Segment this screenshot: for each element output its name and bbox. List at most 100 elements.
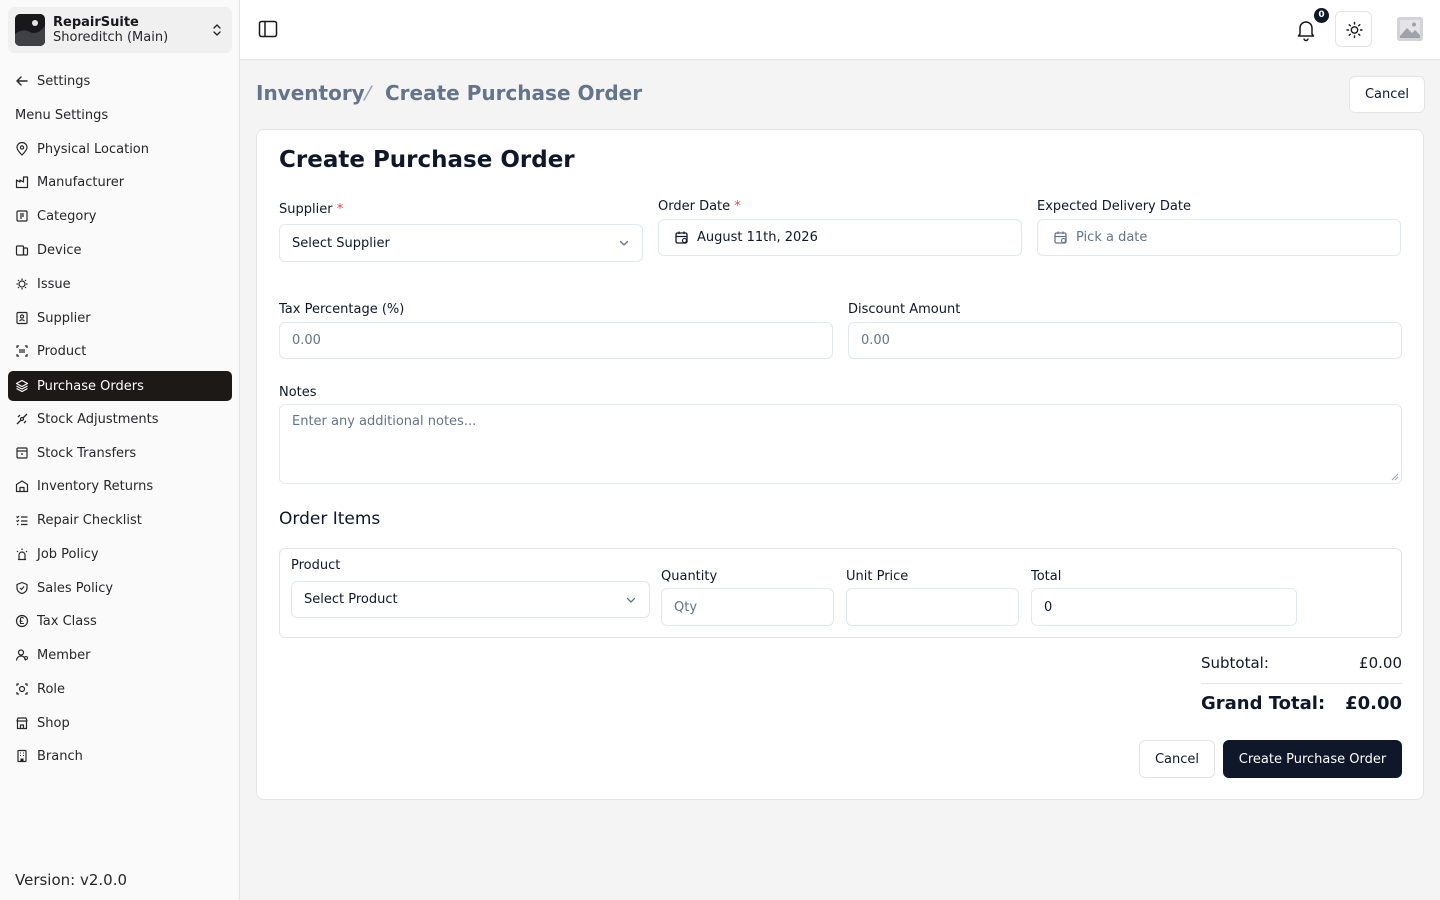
calendar-icon (675, 231, 688, 244)
create-purchase-order-button[interactable]: Create Purchase Order (1223, 740, 1402, 778)
sidebar-item-label: Issue (37, 276, 71, 292)
total-label: Total (1031, 569, 1062, 584)
sidebar-item-label: Inventory Returns (37, 478, 154, 494)
product-select[interactable]: Select Product (291, 581, 650, 618)
workspace-switcher[interactable]: RepairSuite Shoreditch (Main) (8, 7, 232, 53)
tax-percentage-placeholder: 0.00 (292, 333, 321, 348)
sidebar-item-repair-checklist[interactable]: Repair Checklist (8, 505, 232, 535)
cancel-button[interactable]: Cancel (1139, 740, 1215, 778)
arrow-left-icon (16, 76, 28, 86)
notes-placeholder: Enter any additional notes... (292, 414, 477, 429)
return-icon (15, 480, 29, 493)
currency-pound-icon (15, 614, 29, 628)
topbar: 0 (240, 0, 1440, 60)
discount-amount-input[interactable]: 0.00 (848, 322, 1402, 359)
store-icon (16, 717, 28, 730)
sidebar-item-label: Sales Policy (37, 580, 114, 596)
required-marker: * (734, 199, 741, 214)
workspace-branch: Shoreditch (Main) (53, 30, 169, 45)
order-date-label: Order Date * (658, 199, 741, 214)
quantity-input[interactable]: Qty (661, 588, 834, 626)
bell-icon[interactable] (1295, 18, 1317, 42)
calendar-icon (1054, 231, 1067, 244)
sidebar-item-manufacturer[interactable]: Manufacturer (8, 167, 232, 197)
expected-delivery-picker[interactable]: Pick a date (1037, 219, 1401, 256)
supplier-select-value: Select Supplier (292, 235, 390, 251)
unit-price-input[interactable] (846, 588, 1019, 626)
grand-total-value: £0.00 (1345, 693, 1402, 714)
required-marker: * (336, 202, 344, 217)
sidebar-item-role[interactable]: Role (8, 674, 232, 704)
sidebar-item-shop[interactable]: Shop (8, 708, 232, 738)
building-icon (17, 749, 27, 763)
discount-amount-label: Discount Amount (848, 302, 961, 317)
order-date-value: August 11th, 2026 (697, 230, 818, 245)
back-to-settings[interactable]: Settings (8, 66, 232, 96)
subtotal-label: Subtotal: (1201, 654, 1269, 672)
user-icon (15, 649, 28, 661)
discount-amount-placeholder: 0.00 (861, 333, 890, 348)
sidebar-item-job-policy[interactable]: Job Policy (8, 539, 232, 569)
theme-toggle-button[interactable] (1335, 11, 1372, 47)
layers-icon (15, 379, 29, 393)
sidebar-item-label: Device (37, 242, 82, 258)
sidebar-item-inventory-returns[interactable]: Inventory Returns (8, 471, 232, 501)
sidebar-item-sales-policy[interactable]: Sales Policy (8, 573, 232, 603)
chevron-down-icon (619, 240, 629, 246)
sidebar-item-branch[interactable]: Branch (8, 741, 232, 771)
sidebar-item-supplier[interactable]: Supplier (8, 303, 232, 333)
sidebar-item-label: Member (37, 647, 91, 663)
chevrons-up-down-icon (213, 24, 221, 36)
sidebar-item-stock-transfers[interactable]: Stock Transfers (8, 438, 232, 468)
sidebar-item-label: Category (37, 208, 97, 224)
sidebar-item-issue[interactable]: Issue (8, 269, 232, 299)
notes-textarea[interactable]: Enter any additional notes... (279, 404, 1402, 484)
sidebar-item-label: Repair Checklist (37, 512, 142, 528)
category-icon (16, 210, 28, 222)
resize-handle-icon[interactable] (1391, 473, 1399, 481)
unit-price-label: Unit Price (846, 569, 909, 584)
map-pin-icon (16, 142, 28, 156)
chevron-down-icon (626, 597, 636, 603)
notification-count-badge: 0 (1314, 8, 1329, 23)
sidebar-item-purchase-orders[interactable]: Purchase Orders (8, 371, 232, 401)
sidebar-item-tax-class[interactable]: Tax Class (8, 606, 232, 636)
breadcrumb-inventory[interactable]: Inventory (256, 81, 365, 105)
sidebar-item-product[interactable]: Product (8, 336, 232, 366)
workspace-logo (15, 14, 45, 46)
sidebar-item-label: Branch (37, 748, 83, 764)
app-version: Version: v2.0.0 (15, 871, 128, 889)
supplier-select[interactable]: Select Supplier (279, 224, 643, 262)
tax-percentage-input[interactable]: 0.00 (279, 322, 833, 359)
sidebar-item-physical-location[interactable]: Physical Location (8, 134, 232, 164)
sidebar-toggle-icon[interactable] (257, 19, 279, 39)
expected-delivery-label: Expected Delivery Date (1037, 199, 1191, 214)
sidebar-item-member[interactable]: Member (8, 640, 232, 670)
sidebar-item-stock-adjustments[interactable]: Stock Adjustments (8, 404, 232, 434)
role-icon (16, 683, 28, 695)
tax-percentage-label: Tax Percentage (%) (279, 302, 405, 317)
product-select-value: Select Product (304, 592, 398, 607)
sidebar-item-label: Stock Adjustments (37, 411, 159, 427)
header-cancel-button[interactable]: Cancel (1349, 76, 1425, 113)
sidebar-item-label: Supplier (37, 310, 91, 326)
sidebar-item-label: Physical Location (37, 141, 149, 157)
order-date-label-text: Order Date (658, 199, 731, 214)
breadcrumb-separator-icon (363, 85, 373, 101)
sidebar-item-label: Shop (37, 715, 70, 731)
line-total-field: 0 (1031, 588, 1297, 626)
breadcrumb-current: Create Purchase Order (385, 81, 643, 105)
sidebar-item-device[interactable]: Device (8, 235, 232, 265)
supplier-label-text: Supplier (279, 202, 333, 217)
workspace-name: RepairSuite (53, 15, 139, 30)
grand-total-label: Grand Total: (1201, 693, 1326, 714)
sidebar: RepairSuite Shoreditch (Main) Settings M… (0, 0, 240, 900)
order-date-picker[interactable]: August 11th, 2026 (658, 219, 1022, 256)
sidebar-item-label: Product (37, 343, 87, 359)
shield-icon (16, 581, 28, 595)
sidebar-item-label: Purchase Orders (37, 378, 144, 394)
factory-icon (15, 176, 29, 189)
page-title: Create Purchase Order (279, 147, 575, 173)
user-avatar[interactable] (1397, 17, 1423, 41)
sidebar-item-category[interactable]: Category (8, 201, 232, 231)
